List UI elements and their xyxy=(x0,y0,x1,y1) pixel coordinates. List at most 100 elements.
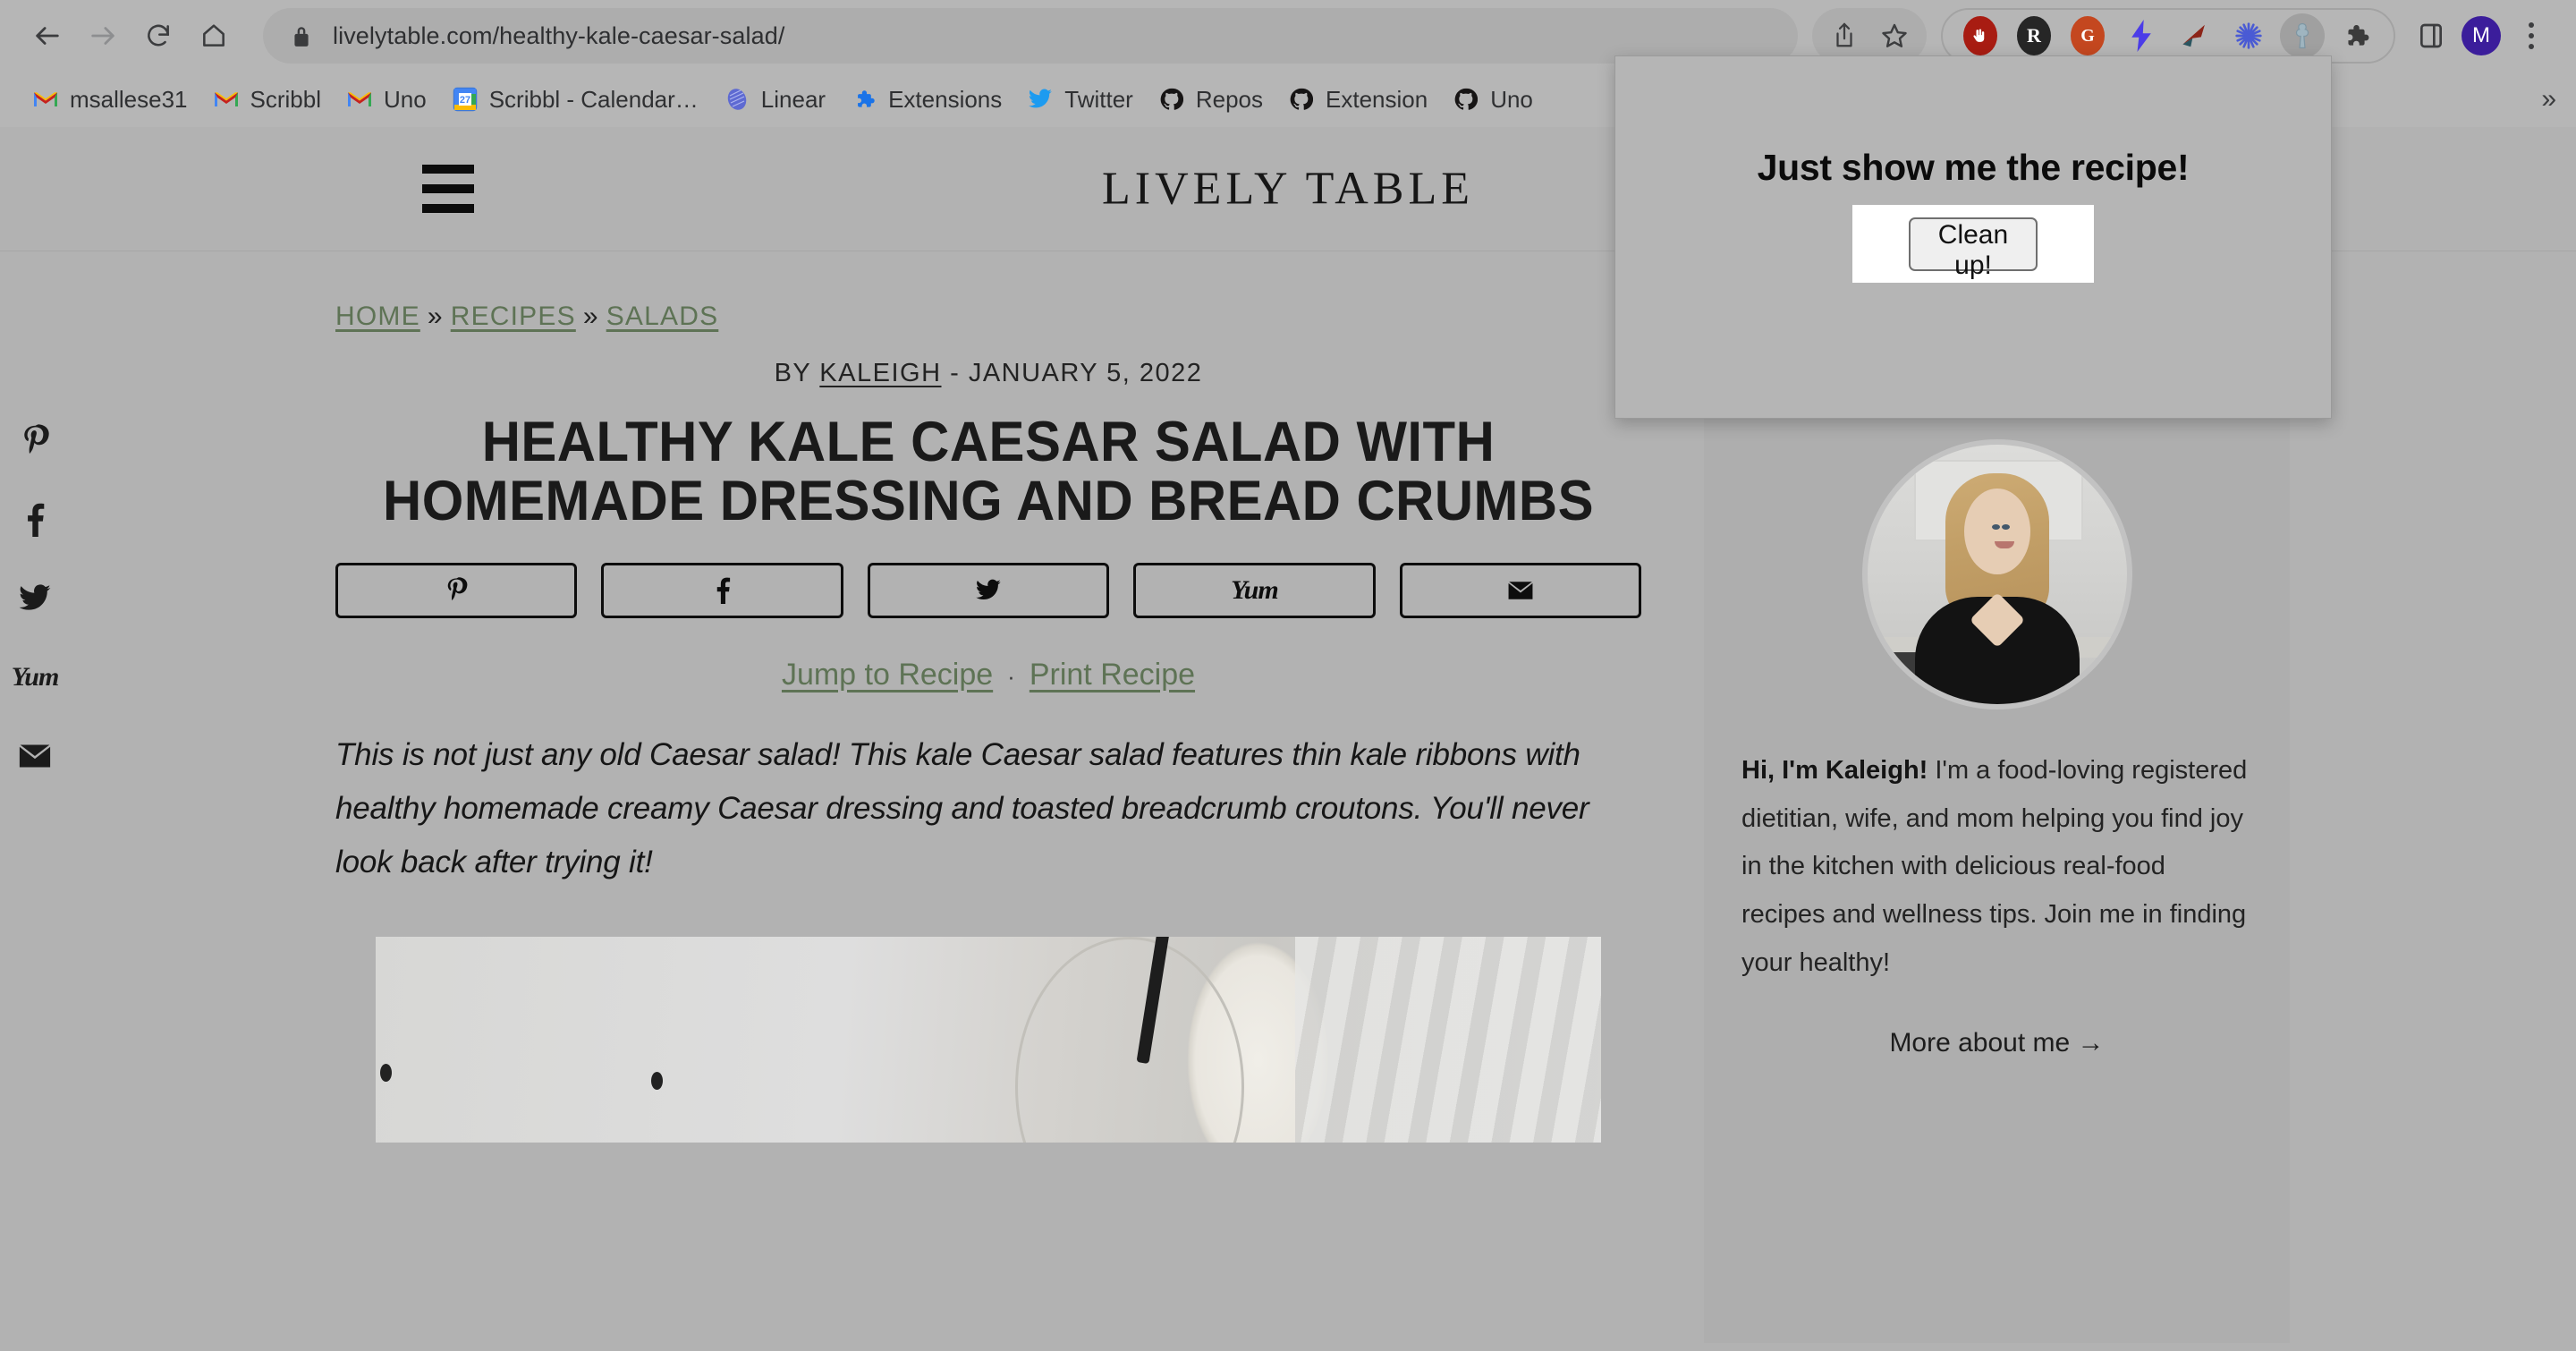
byline: BY KALEIGH - JANUARY 5, 2022 xyxy=(335,359,1641,388)
back-button[interactable] xyxy=(20,8,75,64)
recipe-cleaner-popup: Just show me the recipe! Clean up! xyxy=(1614,55,2332,419)
avatar-neckline xyxy=(1969,591,2025,648)
bookmark-uno-github[interactable]: Uno xyxy=(1440,78,1546,121)
share-icon[interactable] xyxy=(1819,11,1869,61)
share-twitter-button[interactable] xyxy=(867,563,1110,619)
reload-button[interactable] xyxy=(131,8,186,64)
bookmark-label: Extensions xyxy=(888,85,1003,113)
author-avatar xyxy=(1861,439,2132,709)
breadcrumb: HOME» RECIPES» SALADS xyxy=(335,302,1641,332)
side-panel-icon[interactable] xyxy=(2406,11,2456,61)
bookmark-label: Scribbl xyxy=(250,85,321,113)
puzzle-icon xyxy=(851,86,877,113)
avatar-body xyxy=(1914,591,2080,704)
bookmark-extension[interactable]: Extension xyxy=(1275,78,1440,121)
bookmark-repos[interactable]: Repos xyxy=(1146,78,1275,121)
bookmark-label: Uno xyxy=(384,85,427,113)
github-icon xyxy=(1453,86,1479,113)
github-icon xyxy=(1158,86,1185,113)
forward-button[interactable] xyxy=(75,8,131,64)
jar-rim xyxy=(1015,936,1244,1143)
bookmark-extensions[interactable]: Extensions xyxy=(838,78,1014,121)
gmail-icon xyxy=(32,86,59,113)
grammarly-extension-icon[interactable]: G xyxy=(2065,13,2110,58)
towel-region xyxy=(1294,936,1601,1143)
bookmark-label: Linear xyxy=(760,85,826,113)
breadcrumb-salads[interactable]: SALADS xyxy=(606,302,719,331)
article-column: HOME» RECIPES» SALADS BY KALEIGH - JANUARY… xyxy=(0,251,1704,1143)
github-icon xyxy=(1288,86,1315,113)
bookmark-scribbl-calendar[interactable]: 27 Scribbl - Calendar… xyxy=(439,78,711,121)
email-icon xyxy=(1507,581,1534,600)
rakuten-extension-icon[interactable]: R xyxy=(2012,13,2056,58)
popup-title: Just show me the recipe! xyxy=(1757,147,2190,188)
home-button[interactable] xyxy=(186,8,242,64)
popup-button-frame: Clean up! xyxy=(1852,205,2094,283)
svg-text:27: 27 xyxy=(460,95,470,106)
bookmark-scribbl[interactable]: Scribbl xyxy=(200,78,334,121)
lock-icon xyxy=(290,22,313,49)
bookmark-star-icon[interactable] xyxy=(1869,11,1919,61)
breadcrumb-recipes[interactable]: RECIPES xyxy=(451,302,576,331)
avatar-initial: M xyxy=(2462,16,2501,55)
links-separator: · xyxy=(1007,663,1015,691)
bookmark-msallese31[interactable]: msallese31 xyxy=(20,78,200,121)
author-bio-text: Hi, I'm Kaleigh! I'm a food-loving regis… xyxy=(1741,747,2252,987)
bookmark-twitter[interactable]: Twitter xyxy=(1014,78,1146,121)
twitter-icon xyxy=(1027,86,1054,113)
byline-author-link[interactable]: KALEIGH xyxy=(819,359,941,387)
bookmark-label: Uno xyxy=(1490,85,1533,113)
byline-dash: - xyxy=(950,359,961,387)
avatar-eye-right xyxy=(2001,523,2010,530)
lightning-extension-icon[interactable] xyxy=(2119,13,2164,58)
gmail-icon xyxy=(346,86,373,113)
chrome-menu-icon[interactable] xyxy=(2506,11,2556,61)
author-bio-lead: Hi, I'm Kaleigh! xyxy=(1741,756,1928,785)
avatar-smile xyxy=(1995,540,2015,548)
kebab-dots xyxy=(2529,22,2534,49)
recipe-hero-image xyxy=(376,936,1601,1143)
share-button-row: Yum xyxy=(335,563,1642,619)
bookmark-label: Scribbl - Calendar… xyxy=(488,85,699,113)
gmail-icon xyxy=(213,86,240,113)
twitter-icon xyxy=(975,579,1002,602)
bookmarks-overflow-chevron[interactable]: » xyxy=(2541,84,2556,115)
breadcrumb-separator: » xyxy=(582,302,599,331)
address-bar[interactable]: livelytable.com/healthy-kale-caesar-sala… xyxy=(263,8,1798,64)
bookmark-label: Repos xyxy=(1195,85,1263,113)
recipe-quick-links: Jump to Recipe · Print Recipe xyxy=(335,658,1641,692)
asterisk-extension-icon[interactable] xyxy=(2226,13,2271,58)
byline-date: JANUARY 5, 2022 xyxy=(968,359,1203,387)
byline-prefix: BY xyxy=(774,359,811,387)
pinterest-icon xyxy=(445,577,468,604)
avatar-eye-left xyxy=(1991,523,2000,530)
seed-speck xyxy=(380,1064,393,1083)
seed-speck xyxy=(651,1072,664,1091)
share-pinterest-button[interactable] xyxy=(335,563,578,619)
more-about-me-link[interactable]: More about me → xyxy=(1704,1028,2290,1058)
breadcrumb-home[interactable]: HOME xyxy=(335,302,420,331)
google-calendar-icon: 27 xyxy=(452,86,479,113)
jump-to-recipe-link[interactable]: Jump to Recipe xyxy=(782,658,993,692)
bookmark-uno-gmail[interactable]: Uno xyxy=(334,78,439,121)
ublock-origin-extension-icon[interactable] xyxy=(1958,13,2003,58)
share-yummly-button[interactable]: Yum xyxy=(1133,563,1376,619)
extensions-puzzle-icon[interactable] xyxy=(2334,13,2378,58)
paper-plane-extension-icon[interactable] xyxy=(2173,13,2217,58)
clean-up-button[interactable]: Clean up! xyxy=(1909,217,2038,280)
profile-avatar[interactable]: M xyxy=(2456,11,2506,61)
breadcrumb-separator: » xyxy=(427,302,444,331)
bookmark-linear[interactable]: Linear xyxy=(711,78,838,121)
page-title: HEALTHY KALE CAESAR SALAD WITH HOMEMADE … xyxy=(383,411,1594,532)
bookmark-label: Twitter xyxy=(1064,85,1133,113)
author-bio-rest: I'm a food-loving registered dietitian, … xyxy=(1741,756,2248,977)
bookmark-label: msallese31 xyxy=(70,85,188,113)
article-intro-paragraph: This is not just any old Caesar salad! T… xyxy=(335,737,1589,880)
recipe-cleaner-extension-icon[interactable] xyxy=(2280,13,2325,58)
share-email-button[interactable] xyxy=(1399,563,1642,619)
url-text: livelytable.com/healthy-kale-caesar-sala… xyxy=(333,21,785,49)
share-facebook-button[interactable] xyxy=(601,563,843,619)
bookmark-label: Extension xyxy=(1326,85,1428,113)
linear-icon xyxy=(724,86,750,113)
print-recipe-link[interactable]: Print Recipe xyxy=(1030,658,1195,692)
